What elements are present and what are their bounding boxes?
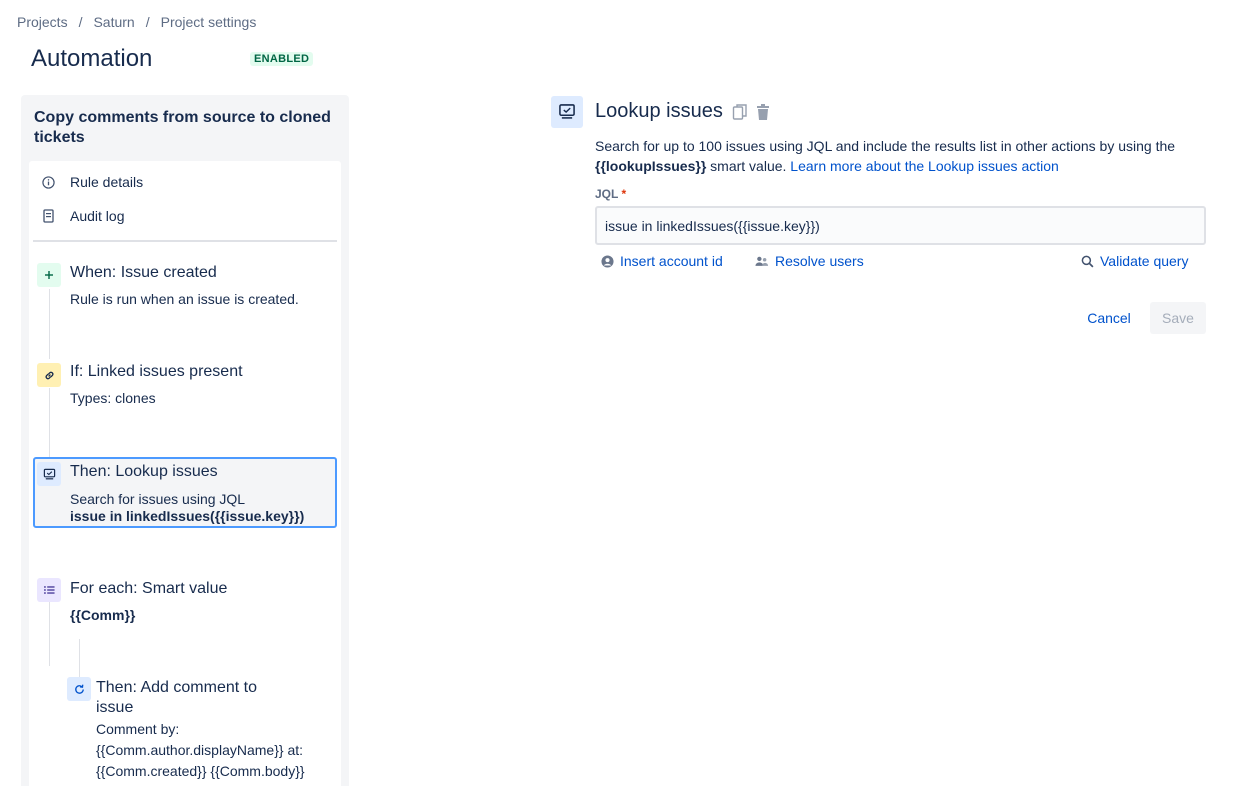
refresh-icon bbox=[67, 677, 91, 701]
validate-query-button[interactable]: Validate query bbox=[1080, 253, 1188, 269]
validate-query-label: Validate query bbox=[1100, 253, 1189, 269]
lookup-icon bbox=[37, 462, 61, 486]
component-detail: {{Comm}} bbox=[70, 607, 136, 623]
insert-account-id-label: Insert account id bbox=[620, 253, 723, 269]
plus-icon bbox=[37, 263, 61, 287]
link-icon bbox=[37, 363, 61, 387]
resolve-users-label: Resolve users bbox=[775, 253, 864, 269]
audit-log-link[interactable]: Audit log bbox=[41, 208, 124, 224]
component-description: Rule is run when an issue is created. bbox=[70, 291, 299, 307]
rule-details-link[interactable]: Rule details bbox=[41, 174, 143, 190]
smart-value-text: {{lookupIssues}} bbox=[595, 158, 707, 174]
rule-components-list: Rule details Audit log When: Issue creat… bbox=[29, 161, 341, 786]
user-circle-icon bbox=[600, 254, 614, 268]
component-for-each-smart-value[interactable]: For each: Smart value {{Comm}} bbox=[33, 574, 337, 624]
breadcrumb-separator: / bbox=[145, 14, 150, 30]
component-if-linked-issues[interactable]: If: Linked issues present Types: clones bbox=[33, 358, 337, 418]
trash-icon[interactable] bbox=[754, 102, 772, 122]
component-description: Types: clones bbox=[70, 390, 156, 406]
component-when-issue-created[interactable]: When: Issue created Rule is run when an … bbox=[33, 259, 337, 319]
cancel-button[interactable]: Cancel bbox=[1081, 302, 1137, 334]
list-icon bbox=[37, 578, 61, 602]
jql-label-text: JQL bbox=[595, 187, 619, 201]
breadcrumb: Projects / Saturn / Project settings bbox=[17, 14, 256, 30]
required-marker: * bbox=[621, 187, 627, 201]
component-description: {{Comm.author.displayName}} at: bbox=[96, 742, 304, 758]
status-badge: ENABLED bbox=[250, 52, 314, 66]
component-title: For each: Smart value bbox=[70, 580, 228, 597]
component-title: When: Issue created bbox=[70, 264, 217, 281]
component-title: Then: Add comment to bbox=[96, 679, 257, 696]
component-detail: issue in linkedIssues({{issue.key}}) bbox=[70, 508, 305, 524]
component-title: Then: Lookup issues bbox=[70, 463, 218, 480]
copy-icon[interactable] bbox=[731, 102, 749, 122]
editor-title: Lookup issues bbox=[595, 100, 723, 122]
description-text-2: smart value. bbox=[706, 158, 791, 174]
component-description: Search for issues using JQL bbox=[70, 491, 246, 507]
rule-name: Copy comments from source to cloned tick… bbox=[34, 109, 331, 146]
page-title: Automation bbox=[31, 45, 153, 72]
rule-panel: Copy comments from source to cloned tick… bbox=[21, 95, 349, 786]
breadcrumb-project-settings[interactable]: Project settings bbox=[161, 14, 257, 30]
divider bbox=[33, 240, 337, 242]
component-title-cont: issue bbox=[96, 699, 134, 716]
description-text: Search for up to 100 issues using JQL an… bbox=[595, 138, 1176, 154]
jql-input[interactable] bbox=[595, 206, 1206, 245]
rule-details-label: Rule details bbox=[70, 174, 144, 190]
jql-label: JQL * bbox=[595, 187, 626, 201]
breadcrumb-separator: / bbox=[78, 14, 83, 30]
search-icon bbox=[1080, 254, 1094, 268]
component-description: {{Comm.created}} {{Comm.body}} bbox=[96, 763, 305, 779]
breadcrumb-projects[interactable]: Projects bbox=[17, 14, 68, 30]
editor-description: Search for up to 100 issues using JQL an… bbox=[595, 136, 1211, 176]
component-then-add-comment[interactable]: Then: Add comment to issue Comment by: {… bbox=[63, 673, 337, 783]
users-icon bbox=[755, 254, 769, 268]
insert-account-id-button[interactable]: Insert account id bbox=[600, 253, 723, 269]
audit-log-label: Audit log bbox=[70, 208, 125, 224]
component-description: Comment by: bbox=[96, 721, 180, 737]
save-button[interactable]: Save bbox=[1150, 302, 1206, 334]
document-icon bbox=[41, 209, 55, 223]
component-then-lookup-issues[interactable]: Then: Lookup issues Search for issues us… bbox=[33, 457, 337, 528]
learn-more-link[interactable]: Learn more about the Lookup issues actio… bbox=[790, 158, 1059, 174]
lookup-icon bbox=[551, 96, 583, 128]
component-title: If: Linked issues present bbox=[70, 363, 243, 380]
resolve-users-button[interactable]: Resolve users bbox=[755, 253, 864, 269]
info-icon bbox=[41, 175, 55, 189]
breadcrumb-saturn[interactable]: Saturn bbox=[93, 14, 134, 30]
